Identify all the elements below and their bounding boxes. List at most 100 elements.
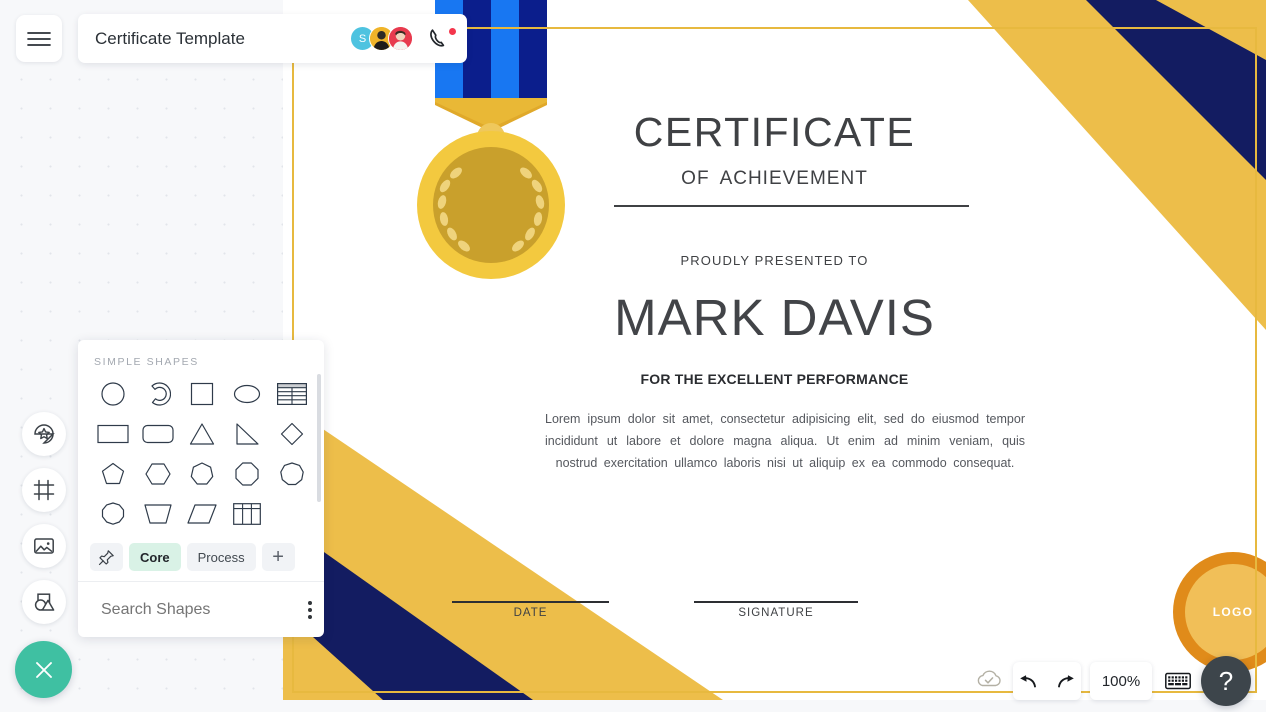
shape-item-rounded-rectangle[interactable] <box>136 418 181 450</box>
cloud-saved-icon <box>977 669 1001 686</box>
shape-item-arc[interactable] <box>136 378 181 410</box>
certificate-artboard: CERTIFICATE OF ACHIEVEMENT PROUDLY PRESEN… <box>283 0 1266 700</box>
shapes-scroll-area <box>78 368 324 537</box>
right-triangle-icon <box>236 423 259 445</box>
grid-table-icon <box>233 503 261 525</box>
corner-stripes-bl-svg <box>283 402 723 700</box>
add-library-button[interactable]: + <box>261 543 295 571</box>
document-title-bar[interactable]: Certificate Template S <box>78 14 467 63</box>
shape-item-circle[interactable] <box>91 378 136 410</box>
shapes-icon <box>34 593 55 611</box>
document-canvas[interactable]: CERTIFICATE OF ACHIEVEMENT PROUDLY PRESEN… <box>283 0 1266 700</box>
hamburger-icon <box>27 31 51 46</box>
keyboard-icon <box>1165 672 1191 690</box>
redo-button[interactable] <box>1052 672 1082 690</box>
sidebar-item-frames[interactable] <box>22 468 66 512</box>
shape-item-square[interactable] <box>180 378 225 410</box>
kebab-dot <box>308 600 312 605</box>
sidebar-item-styles[interactable] <box>22 412 66 456</box>
tab-process[interactable]: Process <box>186 543 256 571</box>
certificate-subtitle-of: OF <box>681 168 710 189</box>
nonagon-icon <box>279 462 304 486</box>
shape-item-triangle[interactable] <box>180 418 225 450</box>
shape-item-pentagon[interactable] <box>91 458 136 490</box>
app-root: CERTIFICATE OF ACHIEVEMENT PROUDLY PRESEN… <box>0 0 1266 712</box>
shape-item-octagon[interactable] <box>225 458 270 490</box>
help-label: ? <box>1218 665 1234 696</box>
trapezoid-icon <box>144 504 172 524</box>
tool-rail <box>22 412 66 636</box>
logo-badge: LOGO <box>1173 552 1266 672</box>
shape-item-parallelogram[interactable] <box>180 498 225 530</box>
image-icon <box>34 538 54 554</box>
triangle-icon <box>190 423 215 445</box>
frame-icon <box>33 479 55 501</box>
square-icon <box>191 382 214 406</box>
tab-process-label: Process <box>197 549 245 565</box>
collaborator-avatars: S <box>350 26 413 51</box>
undo-redo-group <box>1013 662 1081 700</box>
shape-item-trapezoid[interactable] <box>136 498 181 530</box>
avatar-initial: S <box>358 32 367 45</box>
table-striped-icon <box>276 383 307 405</box>
logo-badge-text: LOGO <box>1185 564 1266 660</box>
ellipse-icon <box>233 384 261 404</box>
shape-item-rectangle[interactable] <box>91 418 136 450</box>
pin-icon <box>98 549 114 565</box>
tab-core[interactable]: Core <box>129 543 181 571</box>
corner-stripes-tr-svg <box>968 0 1266 330</box>
sidebar-item-images[interactable] <box>22 524 66 568</box>
kebab-dot <box>308 614 312 619</box>
save-status-button[interactable] <box>975 668 1003 695</box>
corner-decoration-top-right <box>846 0 1266 400</box>
shapes-panel-menu-button[interactable] <box>308 600 312 619</box>
sidebar-item-shapes[interactable] <box>22 580 66 624</box>
redo-icon <box>1057 675 1074 688</box>
call-button[interactable] <box>427 26 457 52</box>
shape-item-nonagon[interactable] <box>269 458 314 490</box>
circle-icon <box>101 382 125 406</box>
arc-icon <box>151 382 171 406</box>
close-icon <box>35 661 52 678</box>
shape-item-decagon[interactable] <box>91 498 136 530</box>
octagon-icon <box>235 462 259 486</box>
shape-item-diamond[interactable] <box>269 418 314 450</box>
main-menu-button[interactable] <box>16 15 62 62</box>
document-title[interactable]: Certificate Template <box>95 29 350 49</box>
pentagon-icon <box>102 462 125 485</box>
corner-decoration-bottom-left <box>283 280 723 700</box>
shape-search-row <box>78 581 324 637</box>
tab-core-label: Core <box>140 549 170 565</box>
avatar[interactable] <box>388 26 413 51</box>
shape-item-table-striped[interactable] <box>269 378 314 410</box>
kebab-dot <box>308 607 312 612</box>
keyboard-shortcuts-button[interactable] <box>1161 672 1195 690</box>
avatar-photo-icon <box>389 27 412 50</box>
parallelogram-icon <box>187 504 218 524</box>
shapes-panel-scrollbar[interactable] <box>317 374 321 502</box>
call-notification-badge <box>448 26 457 36</box>
shape-item-empty <box>269 498 314 530</box>
hexagon-icon <box>145 463 171 485</box>
rounded-rectangle-icon <box>142 424 174 444</box>
close-panel-button[interactable] <box>15 641 72 698</box>
help-button[interactable]: ? <box>1201 656 1251 706</box>
undo-button[interactable] <box>1013 672 1043 690</box>
undo-icon <box>1020 675 1037 688</box>
plus-icon: + <box>272 545 284 568</box>
shape-grid <box>91 378 314 530</box>
search-input[interactable] <box>101 600 308 619</box>
shape-style-icon <box>34 424 55 444</box>
diamond-icon <box>280 422 303 446</box>
bottom-toolbar: 100% ? <box>975 656 1266 706</box>
shapes-panel: SIMPLE SHAPES Core Process + Search Shap… <box>78 340 324 637</box>
shape-item-hexagon[interactable] <box>136 458 181 490</box>
shape-item-ellipse[interactable] <box>225 378 270 410</box>
zoom-level-button[interactable]: 100% <box>1090 662 1152 700</box>
shape-item-right-triangle[interactable] <box>225 418 270 450</box>
shapes-panel-header: SIMPLE SHAPES <box>94 356 199 368</box>
shape-item-heptagon[interactable] <box>180 458 225 490</box>
tab-pinned[interactable] <box>90 543 123 571</box>
artboard-border-right <box>1255 28 1257 693</box>
shape-item-grid-table[interactable] <box>225 498 270 530</box>
